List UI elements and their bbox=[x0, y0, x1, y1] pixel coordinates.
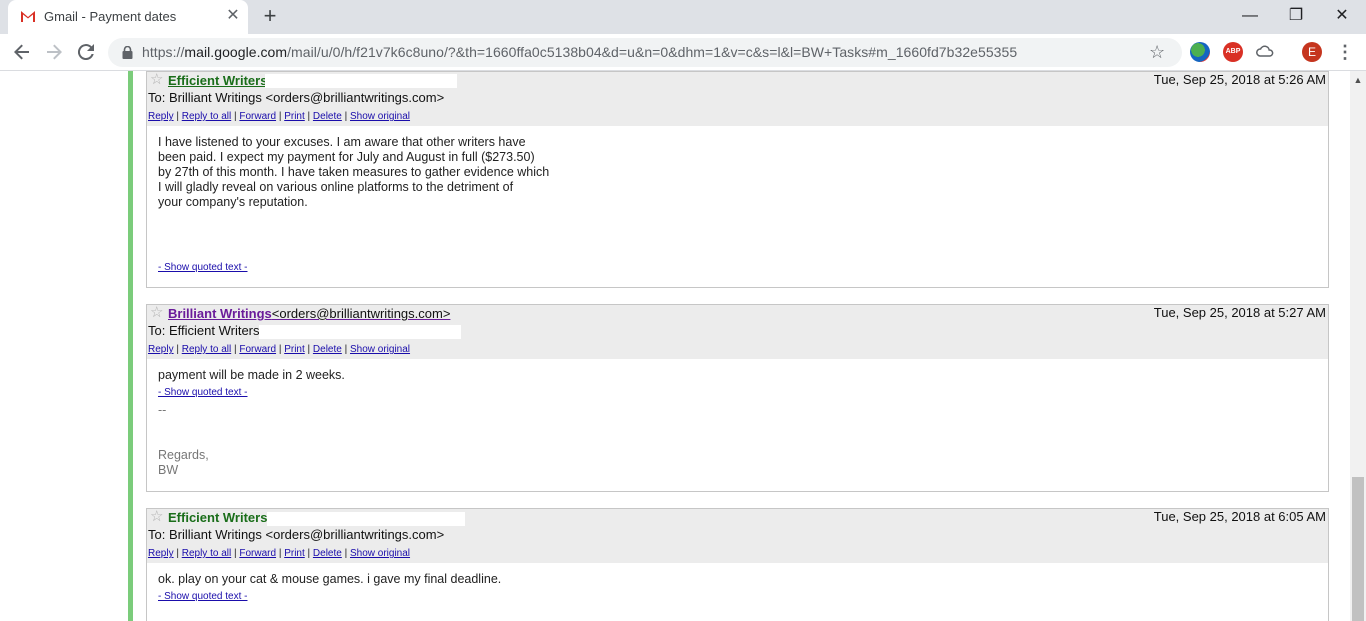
body-line: I will gladly reveal on various online p… bbox=[158, 180, 514, 194]
new-tab-button[interactable]: + bbox=[259, 5, 281, 27]
reply-all-link[interactable]: Reply to all bbox=[182, 548, 231, 559]
delete-link[interactable]: Delete bbox=[313, 344, 342, 355]
browser-menu-icon[interactable]: ⋮ bbox=[1336, 41, 1354, 63]
back-button[interactable] bbox=[11, 41, 33, 63]
message-2: ☆ Brilliant Writings<orders@brilliantwri… bbox=[146, 304, 1329, 492]
delete-link[interactable]: Delete bbox=[313, 548, 342, 559]
star-icon[interactable]: ☆ bbox=[150, 72, 163, 87]
forward-link[interactable]: Forward bbox=[239, 344, 276, 355]
message-body: ok. play on your cat & mouse games. i ga… bbox=[147, 563, 1328, 604]
reply-all-link[interactable]: Reply to all bbox=[182, 344, 231, 355]
signature-line: Regards, bbox=[158, 448, 209, 462]
sender-name-text: Brilliant Writings bbox=[168, 306, 272, 321]
reply-link[interactable]: Reply bbox=[148, 111, 174, 122]
address-bar[interactable]: https://mail.google.com/mail/u/0/h/f21v7… bbox=[108, 38, 1182, 67]
extension-globe-icon[interactable] bbox=[1190, 42, 1210, 62]
maximize-button[interactable]: ❐ bbox=[1284, 5, 1308, 27]
print-link[interactable]: Print bbox=[284, 111, 305, 122]
message-header: ☆ Efficient Writers Tue, Sep 25, 2018 at… bbox=[147, 72, 1328, 126]
print-link[interactable]: Print bbox=[284, 548, 305, 559]
body-line: I have listened to your excuses. I am aw… bbox=[158, 135, 526, 149]
scrollbar-thumb[interactable] bbox=[1352, 477, 1364, 621]
recipient-line: To: Efficient Writers bbox=[148, 323, 260, 338]
message-body: payment will be made in 2 weeks. - Show … bbox=[147, 359, 1328, 478]
url-text: https://mail.google.com/mail/u/0/h/f21v7… bbox=[142, 44, 1017, 60]
sender-email: <orders@brilliantwritings.com> bbox=[271, 306, 451, 321]
adblock-icon[interactable]: ABP bbox=[1223, 42, 1243, 62]
body-line: been paid. I expect my payment for July … bbox=[158, 150, 535, 164]
url-path: /mail/u/0/h/f21v7k6c8uno/?&th=1660ffa0c5… bbox=[287, 44, 1018, 60]
scroll-up-icon[interactable]: ▲ bbox=[1350, 73, 1366, 87]
arrow-right-icon bbox=[47, 44, 62, 60]
redacted-area bbox=[265, 74, 457, 88]
url-host: mail.google.com bbox=[184, 44, 288, 60]
cloud-icon bbox=[1256, 45, 1274, 57]
sender-name[interactable]: Efficient Writers bbox=[168, 510, 267, 525]
body-line: by 27th of this month. I have taken meas… bbox=[158, 165, 550, 179]
extension-cloud-icon[interactable] bbox=[1255, 42, 1275, 62]
message-actions: Reply | Reply to all | Forward | Print |… bbox=[148, 548, 411, 559]
body-line: payment will be made in 2 weeks. bbox=[158, 368, 345, 382]
browser-tab[interactable]: Gmail - Payment dates ✕ bbox=[8, 0, 248, 34]
profile-avatar[interactable]: E bbox=[1302, 42, 1322, 62]
sender-name[interactable]: Efficient Writers bbox=[168, 73, 267, 88]
print-link[interactable]: Print bbox=[284, 344, 305, 355]
close-window-button[interactable]: ✕ bbox=[1330, 5, 1354, 27]
message-1: ☆ Efficient Writers Tue, Sep 25, 2018 at… bbox=[146, 71, 1329, 288]
message-3: ☆ Efficient Writers Tue, Sep 25, 2018 at… bbox=[146, 508, 1329, 621]
message-actions: Reply | Reply to all | Forward | Print |… bbox=[148, 111, 411, 122]
redacted-area bbox=[259, 325, 461, 339]
reply-link[interactable]: Reply bbox=[148, 344, 174, 355]
show-quoted-link[interactable]: - Show quoted text - bbox=[158, 385, 248, 400]
sender-name[interactable]: Brilliant Writings<orders@brilliantwriti… bbox=[168, 306, 450, 321]
reply-all-link[interactable]: Reply to all bbox=[182, 111, 231, 122]
redacted-area bbox=[267, 512, 465, 526]
message-header: ☆ Brilliant Writings<orders@brilliantwri… bbox=[147, 305, 1328, 359]
close-tab-icon[interactable]: ✕ bbox=[225, 8, 241, 24]
show-original-link[interactable]: Show original bbox=[350, 548, 410, 559]
bookmark-star-icon[interactable]: ☆ bbox=[1149, 41, 1165, 63]
thread-bar bbox=[128, 71, 133, 621]
signature-dash: -- bbox=[158, 403, 167, 417]
message-header: ☆ Efficient Writers Tue, Sep 25, 2018 at… bbox=[147, 509, 1328, 563]
message-body: I have listened to your excuses. I am aw… bbox=[147, 126, 1328, 275]
show-original-link[interactable]: Show original bbox=[350, 344, 410, 355]
tab-title: Gmail - Payment dates bbox=[44, 9, 177, 24]
forward-button[interactable] bbox=[43, 41, 65, 63]
message-thread: ☆ Efficient Writers Tue, Sep 25, 2018 at… bbox=[0, 71, 1350, 621]
recipient-line: To: Brilliant Writings <orders@brilliant… bbox=[148, 90, 445, 105]
show-quoted-link[interactable]: - Show quoted text - bbox=[158, 589, 248, 604]
browser-toolbar: https://mail.google.com/mail/u/0/h/f21v7… bbox=[0, 34, 1366, 71]
url-scheme: https:// bbox=[142, 44, 185, 60]
arrow-left-icon bbox=[14, 44, 29, 60]
tab-strip: Gmail - Payment dates ✕ + — ❐ ✕ bbox=[0, 0, 1366, 34]
lock-icon bbox=[122, 46, 133, 59]
page-scrollbar[interactable]: ▲ bbox=[1350, 71, 1366, 621]
delete-link[interactable]: Delete bbox=[313, 111, 342, 122]
star-icon[interactable]: ☆ bbox=[150, 509, 163, 524]
message-date: Tue, Sep 25, 2018 at 5:26 AM bbox=[1153, 72, 1326, 87]
forward-link[interactable]: Forward bbox=[239, 548, 276, 559]
recipient-line: To: Brilliant Writings <orders@brilliant… bbox=[148, 527, 445, 542]
body-line: your company's reputation. bbox=[158, 195, 308, 209]
star-icon[interactable]: ☆ bbox=[150, 305, 163, 320]
signature-line: BW bbox=[158, 463, 179, 477]
reload-icon bbox=[77, 44, 94, 61]
show-original-link[interactable]: Show original bbox=[350, 111, 410, 122]
message-date: Tue, Sep 25, 2018 at 6:05 AM bbox=[1153, 509, 1326, 524]
reply-link[interactable]: Reply bbox=[148, 548, 174, 559]
reload-button[interactable] bbox=[75, 41, 97, 63]
minimize-button[interactable]: — bbox=[1238, 5, 1262, 27]
body-line: ok. play on your cat & mouse games. i ga… bbox=[158, 572, 502, 586]
gmail-icon bbox=[20, 10, 36, 23]
message-date: Tue, Sep 25, 2018 at 5:27 AM bbox=[1153, 305, 1326, 320]
message-actions: Reply | Reply to all | Forward | Print |… bbox=[148, 344, 411, 355]
forward-link[interactable]: Forward bbox=[239, 111, 276, 122]
show-quoted-link[interactable]: - Show quoted text - bbox=[158, 260, 248, 275]
